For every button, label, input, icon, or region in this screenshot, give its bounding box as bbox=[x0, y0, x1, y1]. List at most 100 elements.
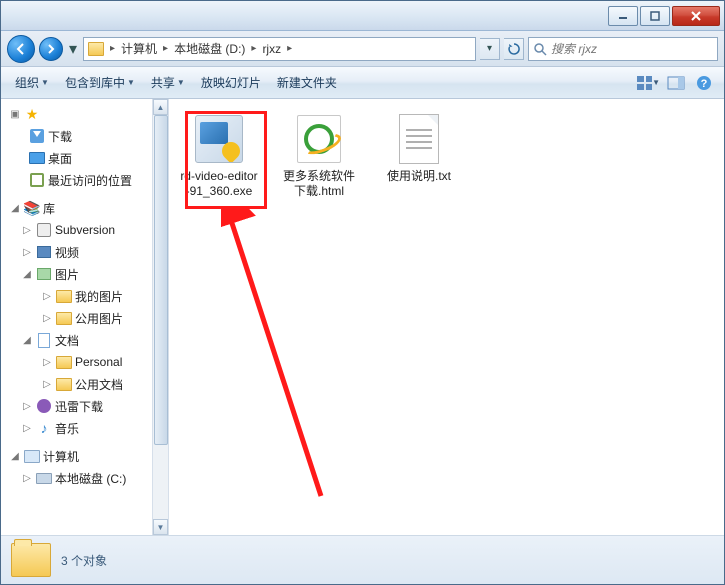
tree-item-favorites[interactable]: ▣ ★ 收藏夹 bbox=[1, 103, 168, 125]
subversion-icon bbox=[37, 223, 51, 237]
refresh-button[interactable] bbox=[504, 38, 524, 60]
tree-item-computer[interactable]: ◢ 计算机 bbox=[1, 445, 168, 467]
tree-item-videos[interactable]: ▷ 视频 bbox=[1, 241, 168, 263]
address-dropdown[interactable]: ▾ bbox=[480, 38, 500, 60]
file-label: 使用说明.txt bbox=[387, 169, 451, 184]
tree-item-music[interactable]: ▷ ♪ 音乐 bbox=[1, 417, 168, 439]
body: ▣ ★ 收藏夹 下载 桌面 最近访问的位置 ◢ 📚 库 ▷ bbox=[1, 99, 724, 536]
svg-text:?: ? bbox=[701, 78, 708, 90]
expand-icon[interactable]: ▷ bbox=[21, 401, 33, 412]
expand-icon[interactable]: ◢ bbox=[9, 451, 21, 462]
expand-icon[interactable]: ▷ bbox=[41, 291, 53, 302]
breadcrumb-segment[interactable]: rjxz bbox=[262, 42, 281, 56]
statusbar: 3 个对象 bbox=[1, 536, 724, 584]
drive-icon bbox=[36, 473, 52, 484]
status-text: 3 个对象 bbox=[61, 552, 107, 569]
html-icon bbox=[297, 115, 341, 163]
tree-item-pictures[interactable]: ◢ 图片 bbox=[1, 263, 168, 285]
search-box[interactable] bbox=[528, 37, 718, 61]
include-label: 包含到库中 bbox=[65, 74, 125, 91]
tree-item-my-pictures[interactable]: ▷ 我的图片 bbox=[1, 285, 168, 307]
scroll-thumb[interactable] bbox=[154, 115, 168, 445]
tree-item-personal[interactable]: ▷ Personal bbox=[1, 351, 168, 373]
tree-item-xunlei[interactable]: ▷ 迅雷下载 bbox=[1, 395, 168, 417]
folder-icon bbox=[56, 378, 72, 391]
computer-icon bbox=[24, 450, 40, 463]
nav-forward-button[interactable] bbox=[39, 37, 63, 61]
share-menu[interactable]: 共享 ▼ bbox=[145, 70, 191, 95]
tree-item-public-pictures[interactable]: ▷ 公用图片 bbox=[1, 307, 168, 329]
include-in-library-menu[interactable]: 包含到库中 ▼ bbox=[59, 70, 141, 95]
chevron-down-icon: ▼ bbox=[127, 78, 135, 87]
music-icon: ♪ bbox=[36, 420, 52, 436]
tree-item-recent[interactable]: 最近访问的位置 bbox=[1, 169, 168, 191]
expand-icon[interactable]: ▷ bbox=[41, 357, 53, 368]
slideshow-label: 放映幻灯片 bbox=[201, 74, 261, 91]
help-button[interactable]: ? bbox=[692, 72, 716, 94]
share-label: 共享 bbox=[151, 74, 175, 91]
organize-menu[interactable]: 组织 ▼ bbox=[9, 70, 55, 95]
minimize-button[interactable] bbox=[608, 6, 638, 26]
tree-item-public-documents[interactable]: ▷ 公用文档 bbox=[1, 373, 168, 395]
explorer-window: ▾ ▸ 计算机 ▸ 本地磁盘 (D:) ▸ rjxz ▸ ▾ 组织 ▼ 包含到库… bbox=[0, 0, 725, 585]
video-icon bbox=[37, 246, 51, 258]
file-label: 更多系统软件下载.html bbox=[279, 169, 359, 199]
exe-icon bbox=[195, 115, 243, 163]
expand-icon[interactable]: ▷ bbox=[41, 313, 53, 324]
tree-label: 桌面 bbox=[48, 150, 72, 167]
tree-item-documents[interactable]: ◢ 文档 bbox=[1, 329, 168, 351]
tree-label: 文档 bbox=[55, 332, 79, 349]
slideshow-button[interactable]: 放映幻灯片 bbox=[195, 70, 267, 95]
folder-icon bbox=[56, 356, 72, 369]
expand-icon[interactable]: ▷ bbox=[21, 423, 33, 434]
tree-item-subversion[interactable]: ▷ Subversion bbox=[1, 219, 168, 241]
xunlei-icon bbox=[37, 399, 51, 413]
collapse-icon[interactable]: ▣ bbox=[9, 109, 21, 120]
collapse-icon[interactable]: ◢ bbox=[21, 335, 33, 346]
nav-back-button[interactable] bbox=[7, 35, 35, 63]
search-input[interactable] bbox=[551, 42, 713, 56]
nav-history-dropdown[interactable]: ▾ bbox=[67, 37, 79, 61]
address-bar[interactable]: ▸ 计算机 ▸ 本地磁盘 (D:) ▸ rjxz ▸ bbox=[83, 37, 476, 61]
expand-icon[interactable]: ▷ bbox=[21, 225, 33, 236]
close-button[interactable] bbox=[672, 6, 720, 26]
tree-label: 迅雷下载 bbox=[55, 398, 103, 415]
scroll-down-button[interactable]: ▼ bbox=[153, 519, 168, 535]
tree-label: 公用文档 bbox=[75, 376, 123, 393]
chevron-down-icon: ▼ bbox=[41, 78, 49, 87]
breadcrumb-segment[interactable]: 计算机 bbox=[121, 40, 157, 57]
maximize-button[interactable] bbox=[640, 6, 670, 26]
navigation-pane[interactable]: ▣ ★ 收藏夹 下载 桌面 最近访问的位置 ◢ 📚 库 ▷ bbox=[1, 99, 169, 535]
tree-label: 库 bbox=[43, 200, 55, 217]
file-item-exe[interactable]: rd-video-editor-91_360.exe bbox=[179, 113, 259, 199]
desktop-icon bbox=[29, 152, 45, 164]
recent-icon bbox=[30, 173, 44, 187]
tree-item-drive-c[interactable]: ▷ 本地磁盘 (C:) bbox=[1, 467, 168, 489]
tree-item-desktop[interactable]: 桌面 bbox=[1, 147, 168, 169]
expand-icon[interactable]: ▷ bbox=[41, 379, 53, 390]
tree-scrollbar[interactable]: ▲ ▼ bbox=[152, 99, 168, 535]
tree-item-libraries[interactable]: ◢ 📚 库 bbox=[1, 197, 168, 219]
expand-icon[interactable]: ▷ bbox=[21, 247, 33, 258]
view-options-button[interactable]: ▼ bbox=[636, 72, 660, 94]
folder-icon bbox=[56, 290, 72, 303]
navbar: ▾ ▸ 计算机 ▸ 本地磁盘 (D:) ▸ rjxz ▸ ▾ bbox=[1, 31, 724, 67]
tree-item-downloads[interactable]: 下载 bbox=[1, 125, 168, 147]
search-icon bbox=[533, 42, 547, 56]
file-item-txt[interactable]: 使用说明.txt bbox=[379, 113, 459, 184]
preview-pane-button[interactable] bbox=[664, 72, 688, 94]
new-folder-label: 新建文件夹 bbox=[277, 74, 337, 91]
tree-label: 下载 bbox=[48, 128, 72, 145]
expand-icon[interactable]: ▷ bbox=[21, 473, 33, 484]
tree-label: 图片 bbox=[55, 266, 79, 283]
chevron-right-icon: ▸ bbox=[161, 43, 170, 54]
file-label: rd-video-editor-91_360.exe bbox=[179, 169, 259, 199]
breadcrumb-segment[interactable]: 本地磁盘 (D:) bbox=[174, 40, 245, 57]
collapse-icon[interactable]: ◢ bbox=[21, 269, 33, 280]
file-item-html[interactable]: 更多系统软件下载.html bbox=[279, 113, 359, 199]
new-folder-button[interactable]: 新建文件夹 bbox=[271, 70, 343, 95]
file-list[interactable]: rd-video-editor-91_360.exe 更多系统软件下载.html… bbox=[169, 99, 724, 535]
scroll-up-button[interactable]: ▲ bbox=[153, 99, 168, 115]
expand-icon[interactable]: ◢ bbox=[9, 203, 21, 214]
tree-label: 计算机 bbox=[43, 448, 79, 465]
